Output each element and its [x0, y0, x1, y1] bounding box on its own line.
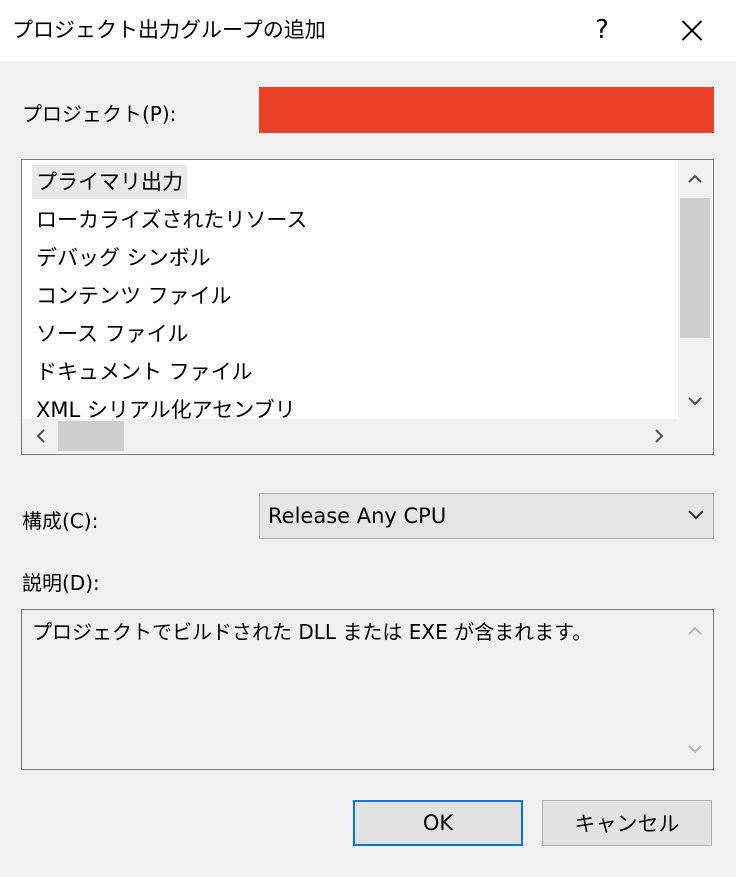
list-vertical-scroll-thumb[interactable]	[680, 198, 710, 338]
list-item-localized-resources[interactable]: ローカライズされたリソース	[32, 203, 311, 237]
configuration-combobox[interactable]: Release Any CPU	[259, 493, 714, 539]
list-vertical-scrollbar[interactable]	[678, 160, 712, 419]
close-icon	[681, 19, 703, 41]
scrollbar-corner	[678, 419, 712, 453]
dialog-title: プロジェクト出力グループの追加	[12, 18, 326, 42]
list-item-source-files[interactable]: ソース ファイル	[32, 317, 193, 351]
description-scroll-down-icon	[678, 732, 712, 766]
help-button[interactable]: ?	[578, 8, 626, 52]
configuration-label: 構成(C):	[22, 509, 99, 533]
list-item-debug-symbols[interactable]: デバッグ シンボル	[32, 241, 215, 275]
description-label: 説明(D):	[22, 571, 100, 595]
chevron-down-icon	[687, 500, 705, 535]
description-box: プロジェクトでビルドされた DLL または EXE が含まれます。	[21, 609, 714, 770]
configuration-value: Release Any CPU	[268, 504, 447, 528]
project-field-redacted[interactable]	[259, 87, 714, 133]
description-scroll-up-icon	[678, 614, 712, 648]
ok-button[interactable]: OK	[353, 800, 523, 846]
list-horizontal-scroll-thumb[interactable]	[58, 421, 124, 451]
help-icon: ?	[595, 15, 609, 45]
cancel-button[interactable]: キャンセル	[542, 800, 712, 846]
close-button[interactable]	[668, 8, 716, 52]
scroll-right-arrow-icon[interactable]	[642, 419, 676, 453]
title-bar: プロジェクト出力グループの追加 ?	[0, 0, 736, 61]
list-item-documentation-files[interactable]: ドキュメント ファイル	[32, 355, 257, 389]
scroll-down-arrow-icon[interactable]	[678, 384, 712, 418]
scroll-up-arrow-icon[interactable]	[678, 162, 712, 196]
description-text: プロジェクトでビルドされた DLL または EXE が含まれます。	[32, 620, 593, 644]
description-scrollbar	[678, 610, 712, 769]
output-group-list[interactable]: プライマリ出力 ローカライズされたリソース デバッグ シンボル コンテンツ ファ…	[21, 159, 714, 455]
project-label: プロジェクト(P):	[22, 102, 177, 126]
scroll-left-arrow-icon[interactable]	[24, 419, 58, 453]
list-horizontal-scrollbar[interactable]	[22, 419, 678, 453]
list-item-primary-output[interactable]: プライマリ出力	[32, 165, 187, 199]
list-item-content-files[interactable]: コンテンツ ファイル	[32, 279, 236, 313]
list-items: プライマリ出力 ローカライズされたリソース デバッグ シンボル コンテンツ ファ…	[22, 160, 677, 419]
list-item-xml-serialization[interactable]: XML シリアル化アセンブリ	[32, 393, 300, 419]
